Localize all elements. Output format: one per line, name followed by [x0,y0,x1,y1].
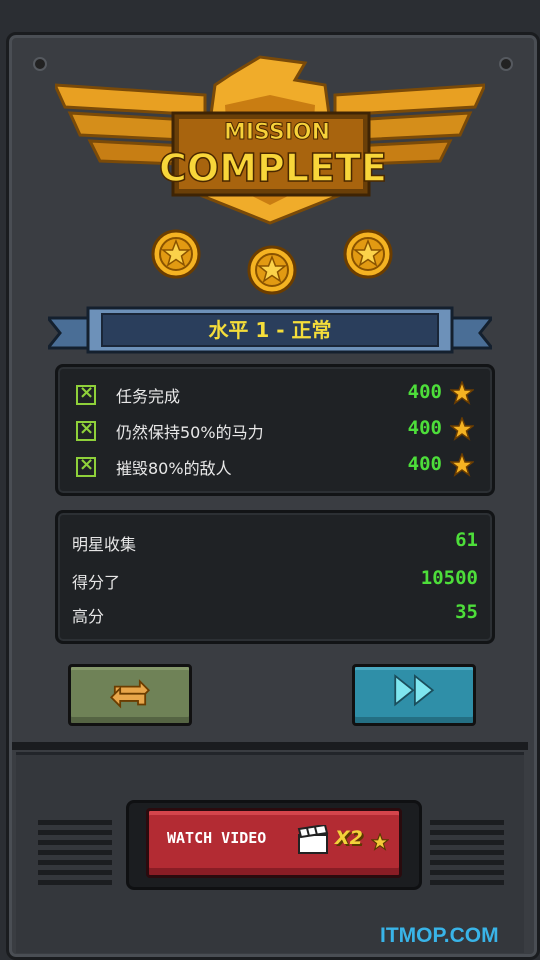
objective-label: 任务完成 [116,387,181,406]
divider [12,742,528,750]
stat-label: 得分了 [72,573,121,592]
level-title: 水平 1 - 正常 [208,318,332,342]
checkbox-icon [76,418,96,441]
star-medal-icon [247,245,297,295]
stat-value: 61 [455,529,478,551]
objective-points: 400 [407,453,442,475]
objective-points: 400 [407,381,442,403]
stat-label: 高分 [72,607,105,626]
objective-row: 仍然保持50%的马力 400 [76,417,476,447]
star-medal-icon [343,229,393,279]
vent-grille [38,820,112,892]
stats-panel: 明星收集 61 得分了 10500 高分 35 [55,510,495,644]
objectives-panel: 任务完成 400 仍然保持50%的马力 400 摧毁80%的敌人 400 [55,364,495,496]
complete-text: COMPLETE [159,146,387,190]
stat-value: 35 [455,601,478,623]
stat-row: 明星收集 61 [72,527,478,557]
star-icon [371,833,389,851]
star-icon [450,381,474,405]
stat-row: 得分了 10500 [72,565,478,595]
watermark: ITMOP.COM [380,924,499,947]
next-button[interactable] [352,664,476,726]
checkbox-icon [76,454,96,477]
stat-label: 明星收集 [72,535,137,554]
retry-button[interactable] [68,664,192,726]
clapperboard-icon [297,825,329,854]
objective-label: 仍然保持50%的马力 [116,423,264,442]
fast-forward-icon [394,674,435,707]
mission-text: MISSION [224,120,330,145]
watch-video-button[interactable]: WATCH VIDEO X2 [146,808,402,878]
objective-label: 摧毁80%的敌人 [116,459,232,478]
watch-video-label: WATCH VIDEO [167,829,267,847]
mission-complete-emblem: MISSION COMPLETE [55,55,485,225]
vent-grille [430,820,504,892]
multiplier-label: X2 [335,827,363,849]
checkbox-icon [76,382,96,405]
swap-arrows-icon [109,679,151,709]
stat-value: 10500 [420,567,478,589]
bolt-icon [499,57,513,71]
star-medal-icon [151,229,201,279]
objective-row: 任务完成 400 [76,381,476,411]
bolt-icon [33,57,47,71]
objective-points: 400 [407,417,442,439]
star-icon [450,417,474,441]
star-icon [450,453,474,477]
objective-row: 摧毁80%的敌人 400 [76,453,476,483]
stat-row: 高分 35 [72,599,478,629]
